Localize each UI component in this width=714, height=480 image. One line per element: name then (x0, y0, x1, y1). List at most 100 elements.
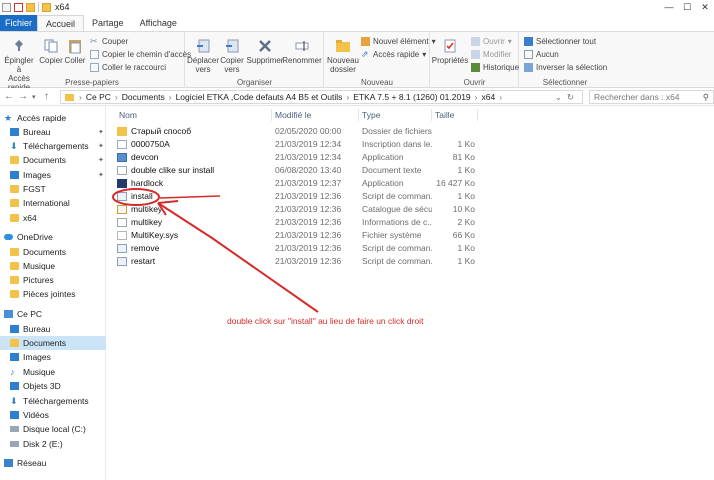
bat-file-icon (117, 244, 127, 253)
breadcrumb[interactable]: › Ce PC › Documents › Logiciel ETKA ,Cod… (60, 90, 583, 104)
sidebar-item[interactable]: Documents ✦ (0, 153, 106, 167)
pin-icon[interactable]: ✦ (98, 142, 104, 150)
new-folder-button[interactable]: Nouveau dossier (327, 38, 359, 74)
sidebar-item[interactable]: Disque local (C:) (0, 422, 106, 436)
properties-quick-icon[interactable] (14, 2, 23, 12)
forward-arrow-icon[interactable]: → (18, 91, 28, 102)
sidebar-item[interactable]: Images ✦ (0, 168, 106, 182)
sidebar-item[interactable]: Réseau (0, 456, 106, 470)
tab-accueil[interactable]: Accueil (37, 15, 85, 31)
sidebar-item[interactable]: Bureau (0, 322, 106, 336)
cut-button[interactable]: ✂ Couper (90, 37, 128, 47)
sidebar-item[interactable]: Documents (0, 336, 106, 350)
properties-button[interactable]: Propriétés (432, 38, 468, 65)
sidebar-item[interactable]: ★ Accès rapide (0, 111, 106, 125)
annotation-text: double click sur "install" au lieu de fa… (227, 316, 424, 326)
rename-button[interactable]: Renommer (282, 38, 322, 65)
sidebar-item[interactable]: OneDrive (0, 230, 106, 244)
open-button[interactable]: Ouvrir ▾ (471, 37, 512, 46)
quick-access-button[interactable]: ⇗ Accès rapide ▾ (361, 50, 426, 60)
group-presse-papiers: Épingler à Accès rapide Copier Coller ✂C… (0, 32, 191, 92)
up-arrow-icon[interactable]: ↑ (44, 91, 49, 102)
file-row[interactable]: hardlock 21/03/2019 12:37 Application 16 42… (107, 177, 714, 190)
column-header-name[interactable]: Nom (119, 110, 137, 120)
back-arrow-icon[interactable]: ← (4, 91, 14, 102)
tab-fichier[interactable]: Fichier (0, 15, 38, 31)
pin-icon[interactable]: ✦ (98, 156, 104, 164)
breadcrumb-item[interactable]: Ce PC (86, 92, 111, 102)
sidebar-item[interactable]: ♪ Musique (0, 365, 106, 379)
folder-icon (10, 156, 19, 164)
column-divider[interactable] (358, 109, 359, 121)
sidebar-item[interactable]: Documents (0, 245, 106, 259)
file-row[interactable]: Старый способ 02/05/2020 00:00 Dossier de … (107, 125, 714, 138)
new-folder-quick-icon[interactable] (26, 2, 35, 12)
breadcrumb-item[interactable]: Documents (122, 92, 165, 102)
sidebar-item[interactable]: Objets 3D (0, 379, 106, 393)
minimize-button[interactable]: — (660, 0, 678, 14)
file-date: 21/03/2019 12:36 (275, 217, 342, 227)
file-row[interactable]: devcon 21/03/2019 12:34 Application 81 Ko (107, 151, 714, 164)
sidebar-item[interactable]: Musique (0, 259, 106, 273)
column-header-date[interactable]: Modifié le (275, 110, 311, 120)
chevron-down-icon[interactable]: ⌄ (555, 92, 562, 103)
folder-file-icon (117, 127, 127, 136)
maximize-button[interactable]: ☐ (678, 0, 696, 14)
breadcrumb-item[interactable]: ETKA 7.5 + 8.1 (1260) 01.2019 (353, 92, 470, 102)
copy-path-button[interactable]: Copier le chemin d'accès (90, 50, 191, 59)
sidebar-item[interactable]: ⬇ Téléchargements ✦ (0, 139, 106, 153)
sidebar-item[interactable]: Vidéos (0, 408, 106, 422)
copy-button[interactable]: Copier (39, 38, 63, 65)
paste-button[interactable]: Coller (64, 38, 86, 65)
file-row[interactable]: double clike sur install 06/08/2020 13:40… (107, 164, 714, 177)
new-item-button[interactable]: Nouvel élément ▾ (361, 37, 436, 46)
sidebar-item[interactable]: Pièces jointes (0, 287, 106, 301)
column-header-size[interactable]: Taille (435, 110, 454, 120)
file-row[interactable]: multikey 21/03/2019 12:36 Informations de … (107, 216, 714, 229)
file-row[interactable]: restart 21/03/2019 12:36 Script de comman.… (107, 255, 714, 268)
column-header-type[interactable]: Type (362, 110, 380, 120)
file-date: 21/03/2019 12:36 (275, 243, 342, 253)
pin-icon[interactable]: ✦ (98, 128, 104, 136)
tab-affichage[interactable]: Affichage (132, 15, 185, 31)
sidebar-item[interactable]: Pictures (0, 273, 106, 287)
pc-icon (4, 310, 13, 318)
move-to-button[interactable]: Déplacer vers (187, 38, 219, 74)
file-row[interactable]: remove 21/03/2019 12:36 Script de comman..… (107, 242, 714, 255)
title-bar: x64 — ☐ ✕ (0, 0, 714, 14)
breadcrumb-item[interactable]: x64 (482, 92, 496, 102)
file-row[interactable]: MultiKey.sys 21/03/2019 12:36 Fichier syst… (107, 229, 714, 242)
sidebar-item-label: Documents (23, 247, 66, 257)
column-divider[interactable] (477, 109, 478, 121)
history-button[interactable]: Historique (471, 63, 519, 72)
sidebar-item[interactable]: x64 (0, 211, 106, 225)
copy-to-button[interactable]: Copier vers (218, 38, 246, 74)
column-divider[interactable] (431, 109, 432, 121)
close-button[interactable]: ✕ (696, 0, 714, 14)
sidebar-item[interactable]: FGST (0, 182, 106, 196)
sidebar-item[interactable]: International (0, 196, 106, 210)
sidebar-item[interactable]: Disk 2 (E:) (0, 437, 106, 451)
delete-button[interactable]: Supprimer (247, 38, 283, 65)
sidebar-item[interactable]: Bureau ✦ (0, 125, 106, 139)
refresh-icon[interactable]: ↻ (567, 92, 574, 103)
edit-button[interactable]: Modifier (471, 50, 511, 59)
pin-icon[interactable]: ✦ (98, 171, 104, 179)
sidebar-item[interactable]: ⬇ Téléchargements (0, 394, 106, 408)
paste-shortcut-button[interactable]: Coller le raccourci (90, 63, 166, 72)
recent-dropdown-icon[interactable]: ▾ (32, 93, 36, 101)
breadcrumb-item[interactable]: Logiciel ETKA ,Code defauts A4 B5 et Out… (176, 92, 343, 102)
blue-icon (10, 171, 19, 179)
sidebar-item[interactable]: Images (0, 350, 106, 364)
sidebar-item[interactable]: Ce PC (0, 307, 106, 321)
move-icon (195, 38, 211, 54)
file-row[interactable]: install 21/03/2019 12:36 Script de comman.… (107, 190, 714, 203)
select-all-button[interactable]: Sélectionner tout (524, 37, 596, 46)
search-input[interactable]: Rechercher dans : x64 ⚲ (589, 90, 714, 104)
file-row[interactable]: 0000750A 21/03/2019 12:34 Inscription dans… (107, 138, 714, 151)
column-divider[interactable] (271, 109, 272, 121)
invert-selection-button[interactable]: Inverser la sélection (524, 63, 607, 72)
file-row[interactable]: multikey 21/03/2019 12:36 Catalogue de séc… (107, 203, 714, 216)
tab-partage[interactable]: Partage (84, 15, 132, 31)
select-none-button[interactable]: Aucun (524, 50, 559, 59)
